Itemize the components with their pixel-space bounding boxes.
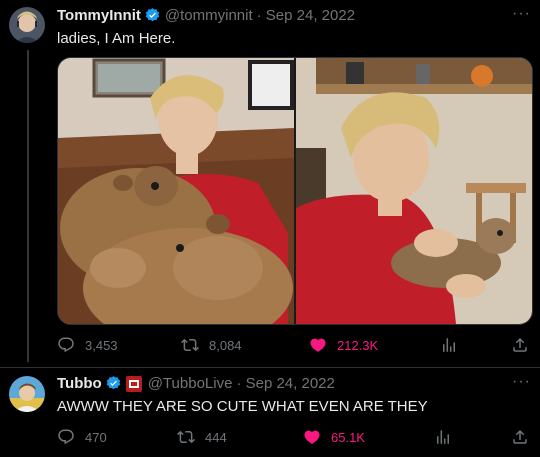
retweet-count: 8,084 bbox=[209, 337, 242, 353]
reply-icon bbox=[58, 429, 74, 445]
retweet-button[interactable]: 8,084 bbox=[181, 336, 242, 354]
tweet-header: TommyInnit @tommyinnit · Sep 24, 2022 bbox=[57, 7, 355, 24]
affiliate-badge-icon[interactable] bbox=[125, 375, 142, 392]
tweet-text: AWWW THEY ARE SO CUTE WHAT EVEN ARE THEY bbox=[57, 398, 428, 415]
like-button[interactable]: 212.3K bbox=[309, 336, 378, 354]
verified-icon bbox=[145, 8, 160, 22]
display-name[interactable]: TommyInnit bbox=[57, 7, 141, 24]
more-icon[interactable]: ··· bbox=[512, 5, 531, 23]
share-button[interactable] bbox=[511, 336, 539, 354]
tweet-tommyinnit[interactable]: TommyInnit @tommyinnit · Sep 24, 2022 ··… bbox=[0, 0, 540, 368]
avatar-tommyinnit[interactable] bbox=[9, 7, 45, 43]
retweet-icon bbox=[181, 338, 199, 352]
like-button[interactable]: 65.1K bbox=[303, 428, 365, 446]
reply-button[interactable]: 3,453 bbox=[57, 336, 118, 354]
views-button[interactable] bbox=[434, 428, 462, 446]
share-button[interactable] bbox=[511, 428, 539, 446]
tweet-actions: 3,453 8,084 212.3K bbox=[55, 336, 530, 360]
tweet-tubbo[interactable]: Tubbo @TubboLive · Sep 24, 2022 ··· AWWW… bbox=[0, 368, 540, 457]
timestamp[interactable]: · Sep 24, 2022 bbox=[257, 7, 355, 24]
avatar-tubbo[interactable] bbox=[9, 376, 45, 412]
retweet-icon bbox=[177, 430, 195, 444]
share-icon bbox=[513, 429, 527, 444]
heart-icon bbox=[304, 430, 320, 444]
views-icon bbox=[437, 430, 449, 444]
retweet-button[interactable]: 444 bbox=[177, 428, 227, 446]
reply-count: 3,453 bbox=[85, 337, 118, 353]
handle[interactable]: @tommyinnit bbox=[165, 7, 253, 24]
reply-button[interactable]: 470 bbox=[57, 428, 107, 446]
photo-prairie-dog[interactable] bbox=[296, 58, 532, 324]
photo-capybaras[interactable] bbox=[58, 58, 294, 324]
retweet-count: 444 bbox=[205, 429, 227, 445]
views-button[interactable] bbox=[440, 336, 468, 354]
timestamp[interactable]: · Sep 24, 2022 bbox=[236, 375, 334, 392]
more-icon[interactable]: ··· bbox=[512, 373, 531, 391]
like-count: 65.1K bbox=[331, 429, 365, 445]
heart-icon bbox=[310, 338, 326, 352]
like-count: 212.3K bbox=[337, 337, 379, 353]
tweet-media[interactable] bbox=[57, 57, 533, 325]
tweet-header: Tubbo @TubboLive · Sep 24, 2022 bbox=[57, 375, 335, 392]
views-icon bbox=[443, 338, 455, 352]
display-name[interactable]: Tubbo bbox=[57, 375, 102, 392]
reply-count: 470 bbox=[85, 429, 107, 445]
tweet-text: ladies, I Am Here. bbox=[57, 30, 176, 47]
thread-line bbox=[27, 50, 29, 362]
tweet-actions: 470 444 65.1K bbox=[55, 428, 530, 452]
share-icon bbox=[513, 337, 527, 352]
verified-icon bbox=[106, 376, 120, 390]
handle[interactable]: @TubboLive bbox=[148, 375, 233, 392]
reply-icon bbox=[58, 337, 74, 353]
